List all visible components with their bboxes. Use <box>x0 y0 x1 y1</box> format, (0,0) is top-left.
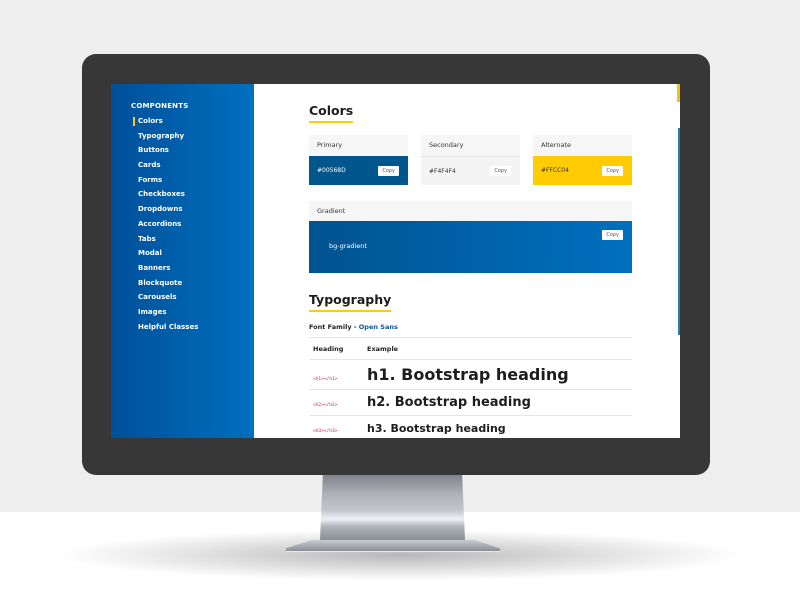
swatch-color: #F4F4F4 Copy <box>421 156 520 185</box>
colors-section: Colors Primary #00568D Copy Secondary #F… <box>309 100 680 273</box>
swatch-secondary: Secondary #F4F4F4 Copy <box>421 135 520 185</box>
sidebar-heading: COMPONENTS <box>131 102 189 110</box>
table-header-row: Heading Example <box>309 337 632 360</box>
sidebar: COMPONENTS Colors Typography Buttons Car… <box>111 84 254 438</box>
screen-edge-accent <box>677 84 680 102</box>
example-h3: h3. Bootstrap heading <box>367 415 632 438</box>
swatch-label: Primary <box>309 135 408 156</box>
copy-button[interactable]: Copy <box>490 166 511 176</box>
sidebar-item-buttons[interactable]: Buttons <box>131 143 254 158</box>
sidebar-item-cards[interactable]: Cards <box>131 158 254 173</box>
typography-table: Heading Example <h1></h1> h1. Bootstrap … <box>309 337 632 438</box>
html-tag: <h3></h3> <box>313 429 338 434</box>
font-family-line: Font Family - Open Sans <box>309 323 680 331</box>
column-header-example: Example <box>367 337 632 360</box>
tag-cell: <h3></h3> <box>309 415 367 438</box>
sidebar-item-images[interactable]: Images <box>131 305 254 320</box>
screen-edge-accent <box>678 128 680 335</box>
gradient-swatch: bg-gradient Copy <box>309 221 632 273</box>
typography-section: Typography Font Family - Open Sans Headi… <box>309 289 680 438</box>
table-row: <h2></h2> h2. Bootstrap heading <box>309 389 632 416</box>
font-family-label: Font Family - <box>309 323 359 331</box>
sidebar-item-banners[interactable]: Banners <box>131 261 254 276</box>
sidebar-item-blockquote[interactable]: Blockquote <box>131 276 254 291</box>
swatch-hex: #F4F4F4 <box>429 167 456 175</box>
sidebar-item-helpful-classes[interactable]: Helpful Classes <box>131 320 254 335</box>
swatch-alternate: Alternate #FFCC04 Copy <box>533 135 632 185</box>
sidebar-item-accordions[interactable]: Accordions <box>131 217 254 232</box>
tag-cell: <h2></h2> <box>309 389 367 416</box>
table-row: <h1></h1> h1. Bootstrap heading <box>309 359 632 390</box>
swatch-label: Secondary <box>421 135 520 156</box>
swatch-hex: #FFCC04 <box>541 167 569 174</box>
swatch-hex: #00568D <box>317 167 346 174</box>
example-h1: h1. Bootstrap heading <box>367 359 632 390</box>
gradient-class-name: bg-gradient <box>329 242 367 250</box>
swatch-color: #FFCC04 Copy <box>533 156 632 185</box>
copy-button[interactable]: Copy <box>602 165 623 176</box>
copy-button[interactable]: Copy <box>602 230 623 240</box>
example-h2: h2. Bootstrap heading <box>367 389 632 416</box>
typography-title: Typography <box>309 292 392 312</box>
copy-button[interactable]: Copy <box>378 165 399 176</box>
monitor-stand-neck <box>320 474 465 540</box>
colors-title: Colors <box>309 103 354 123</box>
column-header-heading: Heading <box>309 337 367 360</box>
swatch-color: #00568D Copy <box>309 156 408 185</box>
sidebar-item-forms[interactable]: Forms <box>131 173 254 188</box>
sidebar-item-modal[interactable]: Modal <box>131 246 254 261</box>
tag-cell: <h1></h1> <box>309 359 367 390</box>
sidebar-item-tabs[interactable]: Tabs <box>131 232 254 247</box>
swatch-row: Primary #00568D Copy Secondary #F4F4F4 C… <box>309 135 680 185</box>
html-tag: <h1></h1> <box>313 377 338 382</box>
monitor-screen: COMPONENTS Colors Typography Buttons Car… <box>111 84 680 438</box>
main-content: Colors Primary #00568D Copy Secondary #F… <box>254 84 680 438</box>
sidebar-list: Colors Typography Buttons Cards Forms Ch… <box>131 114 254 334</box>
sidebar-item-dropdowns[interactable]: Dropdowns <box>131 202 254 217</box>
font-family-link[interactable]: Open Sans <box>359 323 398 331</box>
table-row: <h3></h3> h3. Bootstrap heading <box>309 415 632 438</box>
gradient-label: Gradient <box>309 201 632 221</box>
monitor-stand-base <box>286 540 500 552</box>
html-tag: <h2></h2> <box>313 403 338 408</box>
sidebar-item-checkboxes[interactable]: Checkboxes <box>131 187 254 202</box>
sidebar-item-colors[interactable]: Colors <box>131 114 254 129</box>
swatch-label: Alternate <box>533 135 632 156</box>
swatch-primary: Primary #00568D Copy <box>309 135 408 185</box>
sidebar-item-carousels[interactable]: Carousels <box>131 290 254 305</box>
sidebar-item-typography[interactable]: Typography <box>131 129 254 144</box>
gradient-card: Gradient bg-gradient Copy <box>309 201 632 273</box>
